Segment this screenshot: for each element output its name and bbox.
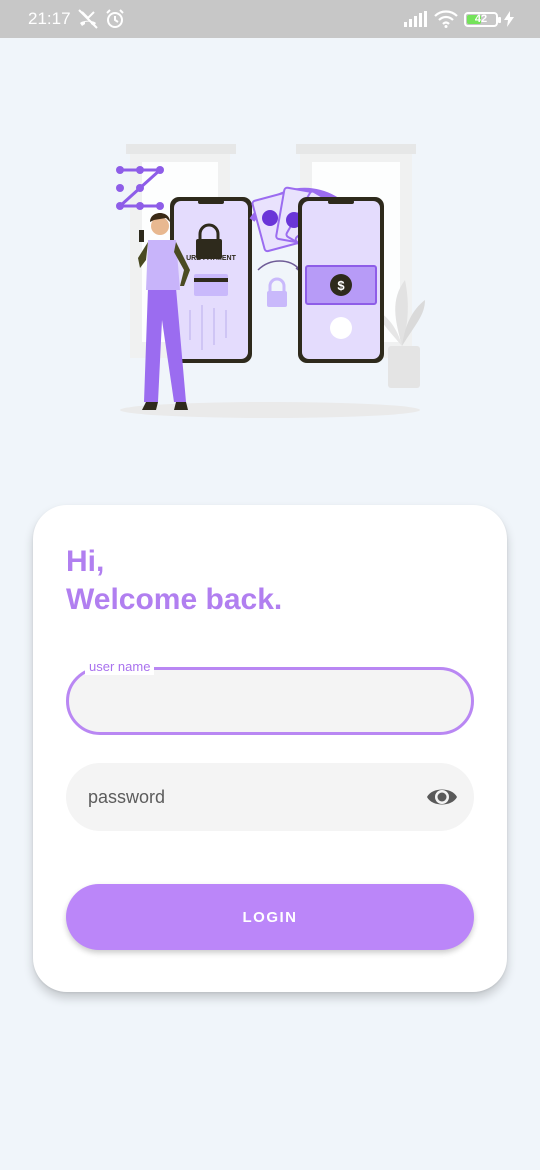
charging-icon [504, 11, 514, 27]
greeting-heading: Hi, Welcome back. [66, 543, 282, 619]
currency-symbol: $ [337, 278, 345, 293]
password-input[interactable] [88, 763, 418, 831]
username-input[interactable] [89, 670, 419, 732]
floor-shadow [120, 402, 420, 418]
right-phone: $ [298, 197, 384, 363]
status-bar-left: 21:17 [28, 9, 125, 29]
login-card: Hi, Welcome back. user name LOGIN [33, 505, 507, 992]
secure-payment-illustration: URE PAYMENT $ [116, 144, 425, 418]
alarm-icon [105, 9, 124, 28]
greeting-line-2: Welcome back. [66, 583, 283, 616]
missed-call-icon [77, 9, 98, 29]
status-bar: 21:17 42 [0, 0, 540, 38]
greeting-line-1: Hi, [66, 545, 105, 578]
status-bar-right: 42 [404, 10, 514, 28]
battery-icon: 42 [464, 11, 501, 27]
login-button[interactable]: LOGIN [66, 884, 474, 950]
status-time: 21:17 [28, 9, 71, 28]
phone-secure-payment-label: URE PAYMENT [186, 255, 237, 262]
eye-icon[interactable] [426, 782, 458, 812]
transfer-lock-icon [257, 260, 303, 307]
wifi-icon [434, 10, 458, 28]
battery-level: 42 [474, 13, 488, 25]
password-field[interactable] [66, 763, 474, 831]
signal-icon [404, 11, 427, 27]
username-field[interactable]: user name [66, 659, 474, 735]
